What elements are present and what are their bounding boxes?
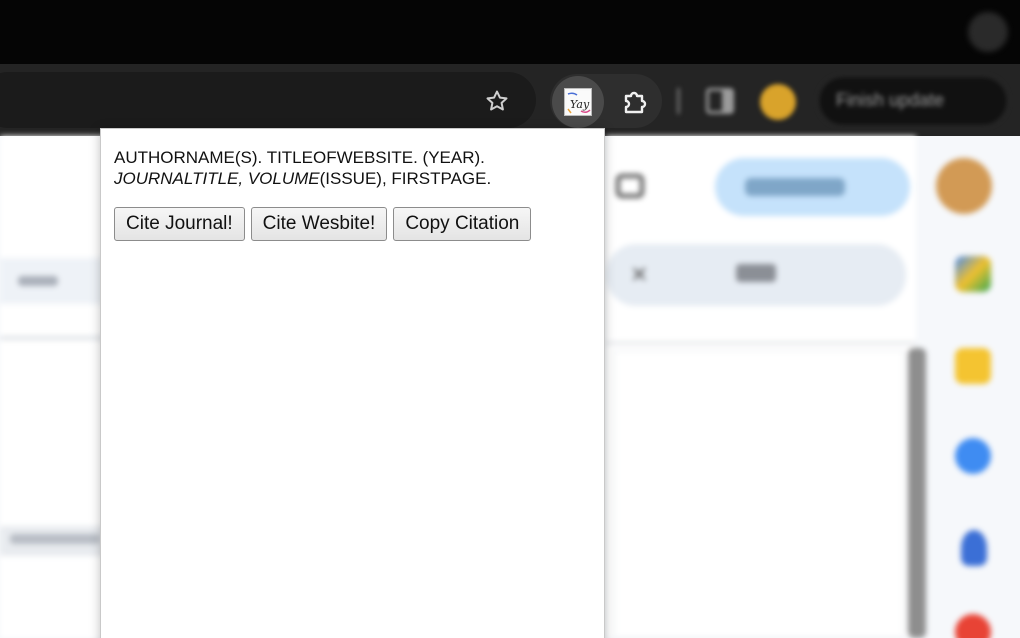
browser-toolbar: Yay Finish update [0,64,1020,136]
citation-journal-title: JOURNALTITLE [114,169,239,188]
ruler-line [606,342,916,344]
copy-citation-button[interactable]: Copy Citation [393,207,532,241]
finish-update-label: Finish update [836,90,945,110]
puzzle-icon[interactable] [620,88,650,116]
left-panel [0,136,108,638]
scrollbar[interactable] [908,348,926,638]
tasks-icon[interactable] [955,438,991,474]
profile-avatar[interactable] [760,84,796,120]
address-bar[interactable] [0,72,536,128]
bookmark-star-icon[interactable] [482,86,512,116]
citation-line-1: AUTHORNAME(S). TITLEOFWEBSITE. (YEAR). [114,148,485,167]
toolbar-separator [677,88,680,114]
meet-button-label [745,178,845,196]
contacts-icon[interactable] [961,530,987,566]
account-avatar[interactable] [936,158,992,214]
camera-icon[interactable] [616,174,644,198]
citation-popup: AUTHORNAME(S). TITLEOFWEBSITE. (YEAR). J… [100,128,605,638]
clear-format-icon[interactable]: ✕ [630,264,652,286]
yay-extension-button[interactable]: Yay [552,76,604,128]
citation-issue-page: (ISSUE), FIRSTPAGE. [319,169,492,188]
svg-text:Yay: Yay [570,98,590,111]
popup-button-row: Cite Journal! Cite Wesbite! Copy Citatio… [114,207,532,241]
document-page [614,350,904,638]
left-toolbar-item [18,276,58,286]
maps-icon[interactable] [955,614,991,638]
calendar-icon[interactable] [955,256,991,292]
citation-volume: VOLUME [247,169,320,188]
citation-comma: , [238,169,248,188]
yay-extension-icon: Yay [564,88,592,116]
cite-website-button[interactable]: Cite Wesbite! [250,207,388,241]
pen-icon[interactable] [736,264,776,282]
left-row-text [10,534,100,544]
citation-text: AUTHORNAME(S). TITLEOFWEBSITE. (YEAR). J… [114,147,594,189]
window-control-button[interactable] [968,12,1008,52]
keep-icon[interactable] [955,348,991,384]
citation-line-2: JOURNALTITLE, VOLUME(ISSUE), FIRSTPAGE. [114,168,594,189]
left-divider [0,336,110,340]
cite-journal-button[interactable]: Cite Journal! [114,207,245,241]
browser-titlebar [0,0,1020,64]
side-panel-icon[interactable] [706,88,734,114]
